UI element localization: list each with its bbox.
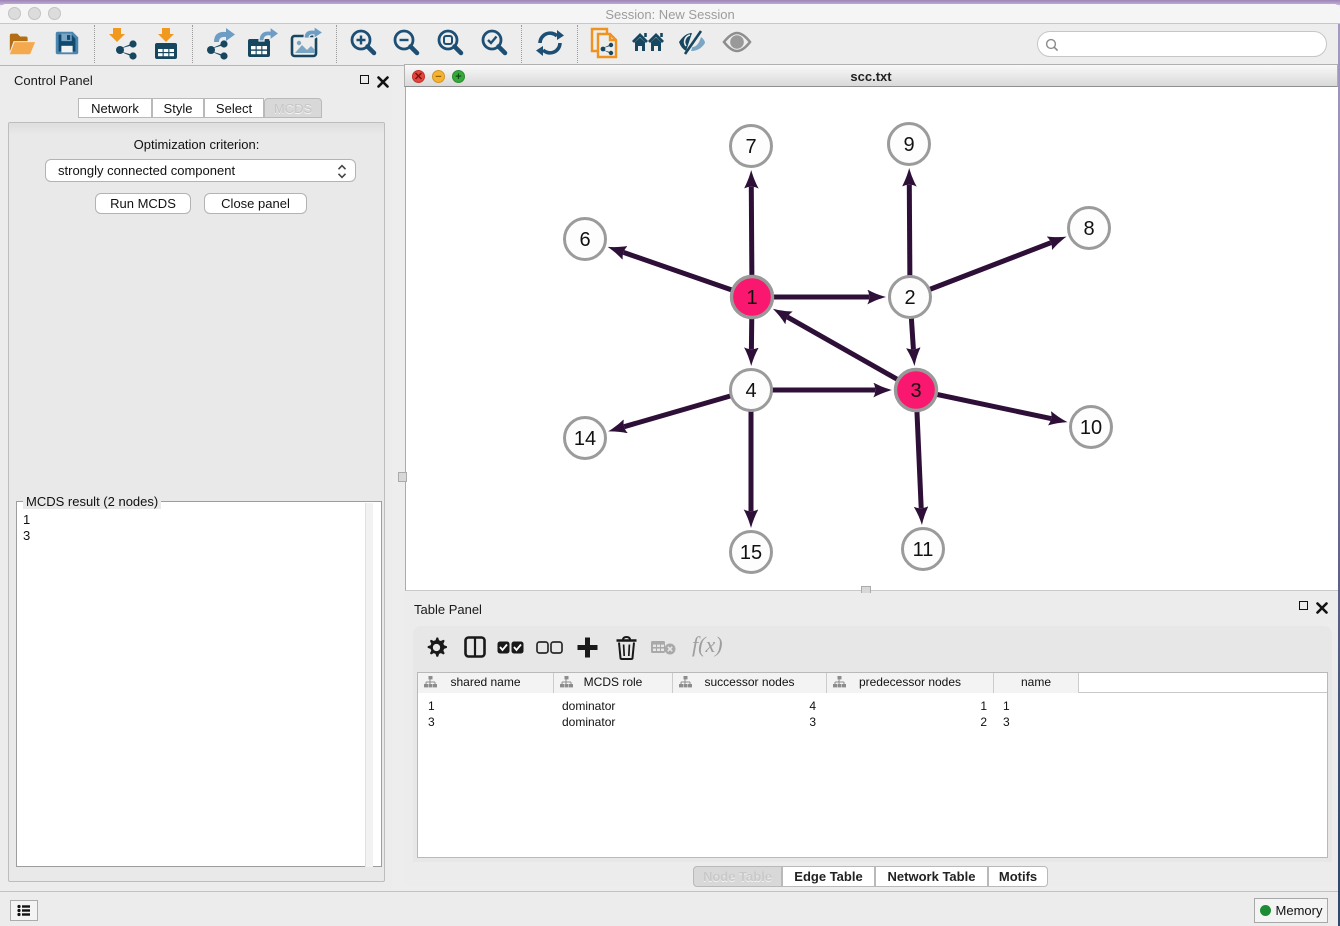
svg-text:15: 15 bbox=[740, 542, 762, 564]
svg-text:3: 3 bbox=[910, 380, 921, 402]
svg-text:11: 11 bbox=[913, 539, 934, 561]
svg-text:14: 14 bbox=[574, 428, 596, 450]
svg-text:6: 6 bbox=[579, 229, 590, 251]
svg-text:8: 8 bbox=[1083, 218, 1094, 240]
svg-text:9: 9 bbox=[903, 134, 914, 156]
svg-text:4: 4 bbox=[745, 380, 756, 402]
svg-text:1: 1 bbox=[746, 287, 757, 309]
svg-text:7: 7 bbox=[745, 136, 756, 158]
svg-text:10: 10 bbox=[1080, 417, 1102, 439]
svg-text:2: 2 bbox=[904, 287, 915, 309]
